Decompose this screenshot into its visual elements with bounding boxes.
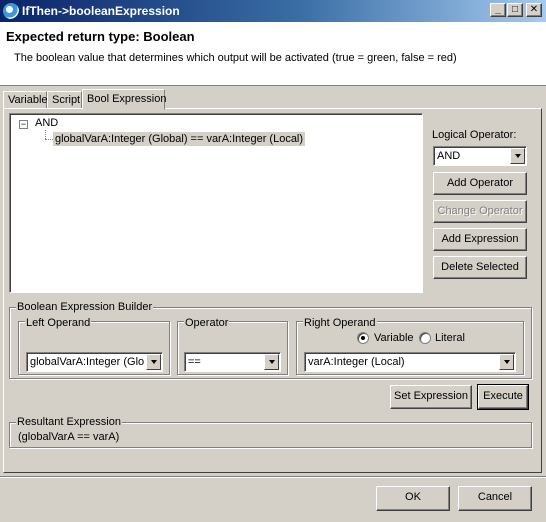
minimize-button[interactable]: _ xyxy=(490,3,506,17)
cancel-button[interactable]: Cancel xyxy=(458,486,532,511)
right-operand-label: Right Operand xyxy=(303,317,377,329)
expression-tree[interactable]: − AND globalVarA:Integer (Global) == var… xyxy=(9,113,423,293)
operator-value: == xyxy=(188,356,201,368)
logical-operator-select[interactable]: AND xyxy=(433,146,527,166)
add-expression-button[interactable]: Add Expression xyxy=(433,228,527,251)
footer-separator xyxy=(0,476,546,478)
expression-builder-title: Boolean Expression Builder xyxy=(16,301,154,313)
operator-label: Operator xyxy=(184,317,230,329)
left-operand-select[interactable]: globalVarA:Integer (Global) xyxy=(26,352,163,372)
tree-connector xyxy=(45,130,46,139)
execute-button[interactable]: Execute xyxy=(477,384,529,410)
logical-operator-label: Logical Operator: xyxy=(432,129,517,141)
literal-radio-label[interactable]: Literal xyxy=(435,332,465,344)
header-description: The boolean value that determines which … xyxy=(14,52,457,64)
maximize-button[interactable]: □ xyxy=(507,3,523,17)
close-button[interactable]: ✕ xyxy=(526,3,542,17)
left-operand-value: globalVarA:Integer (Global) xyxy=(30,356,144,368)
literal-radio[interactable] xyxy=(419,332,431,344)
add-operator-button[interactable]: Add Operator xyxy=(433,172,527,195)
set-expression-button[interactable]: Set Expression xyxy=(390,385,472,409)
chevron-down-icon[interactable] xyxy=(499,354,514,370)
title-bar[interactable]: IfThen->booleanExpression _ □ ✕ xyxy=(0,0,546,22)
ok-button[interactable]: OK xyxy=(376,486,450,511)
chevron-down-icon[interactable] xyxy=(510,148,525,164)
variable-radio[interactable] xyxy=(357,332,369,344)
right-operand-select[interactable]: varA:Integer (Local) xyxy=(304,352,516,372)
tree-node-and[interactable]: AND xyxy=(35,117,58,129)
tab-bool-expression[interactable]: Bool Expression xyxy=(82,89,167,110)
chevron-down-icon[interactable] xyxy=(146,354,161,370)
right-operand-value: varA:Integer (Local) xyxy=(308,356,405,368)
result-value: (globalVarA == varA) xyxy=(18,431,120,443)
variable-radio-label[interactable]: Variable xyxy=(374,332,414,344)
collapse-icon[interactable]: − xyxy=(19,120,28,129)
delete-selected-button[interactable]: Delete Selected xyxy=(433,256,527,279)
result-label: Resultant Expression xyxy=(16,416,122,428)
tree-connector xyxy=(45,139,53,140)
header-banner: Expected return type: Boolean The boolea… xyxy=(0,22,546,86)
logical-operator-value: AND xyxy=(437,150,461,162)
chevron-down-icon[interactable] xyxy=(264,354,279,370)
tab-script[interactable]: Script xyxy=(47,91,82,109)
operator-select[interactable]: == xyxy=(184,352,281,372)
window-title: IfThen->booleanExpression xyxy=(22,4,180,18)
app-icon xyxy=(3,3,19,19)
tree-node-expression[interactable]: globalVarA:Integer (Global) == varA:Inte… xyxy=(53,132,306,146)
change-operator-button[interactable]: Change Operator xyxy=(433,200,527,223)
header-title: Expected return type: Boolean xyxy=(6,29,195,44)
tab-variable[interactable]: Variable xyxy=(3,91,48,109)
left-operand-label: Left Operand xyxy=(25,317,92,329)
